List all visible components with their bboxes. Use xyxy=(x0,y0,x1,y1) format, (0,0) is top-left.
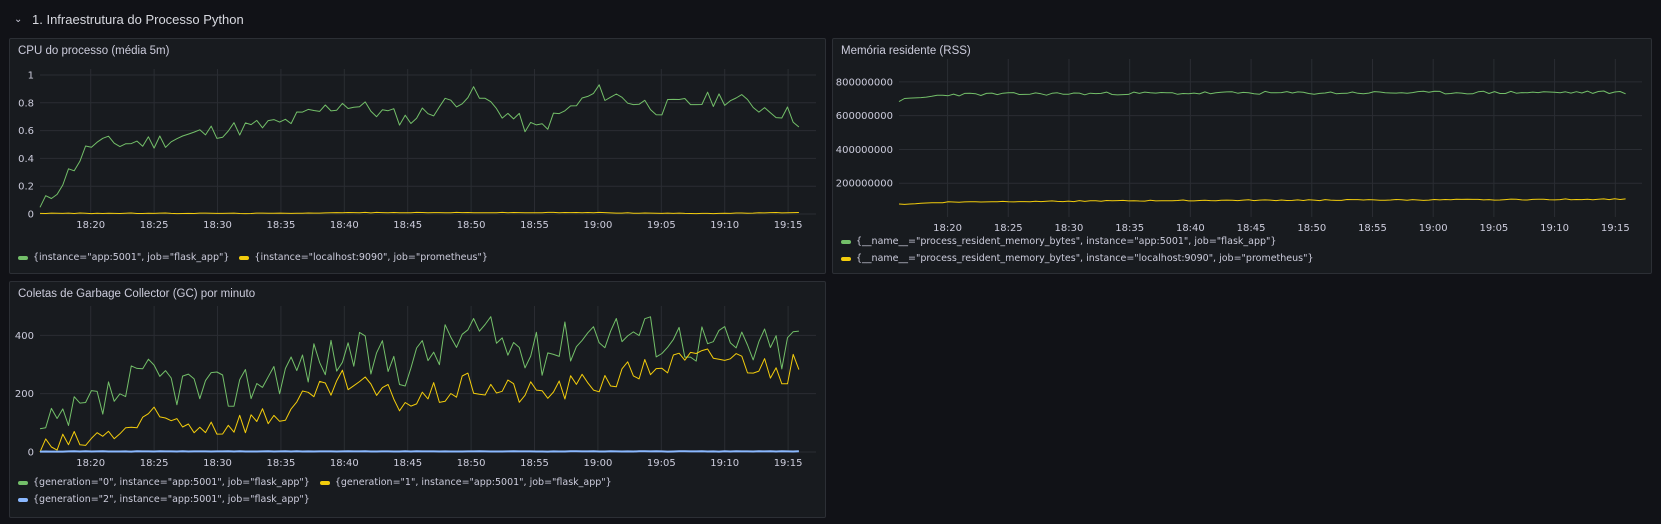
x-tick-label: 18:50 xyxy=(457,220,486,231)
x-tick-label: 18:25 xyxy=(994,223,1023,234)
panel-cpu[interactable]: CPU do processo (média 5m) 0 0.2 0.4 0.6 0.8… xyxy=(9,38,826,274)
x-tick-label: 19:00 xyxy=(583,458,612,469)
legend-item[interactable]: {__name__="process_resident_memory_bytes… xyxy=(841,236,1314,247)
x-tick-label: 18:40 xyxy=(330,458,359,469)
x-tick-label: 18:55 xyxy=(1358,223,1387,234)
y-tick-label: 0.2 xyxy=(18,182,34,193)
legend-item[interactable]: {__name__="process_resident_memory_bytes… xyxy=(841,253,1314,264)
legend: {__name__="process_resident_memory_bytes… xyxy=(841,236,1314,264)
x-tick-label: 18:40 xyxy=(1176,223,1205,234)
x-tick-label: 18:30 xyxy=(203,220,232,231)
legend-label: {__name__="process_resident_memory_bytes… xyxy=(856,253,1314,264)
y-tick-label: 200000000 xyxy=(836,179,893,190)
y-tick-label: 1 xyxy=(28,71,34,82)
y-tick-label: 0 xyxy=(28,448,34,459)
x-tick-label: 18:30 xyxy=(1055,223,1084,234)
x-tick-label: 18:45 xyxy=(1237,223,1266,234)
legend-label: {instance="app:5001", job="flask_app"} xyxy=(33,252,230,263)
legend-item[interactable]: {instance="app:5001", job="flask_app"} xyxy=(18,252,229,263)
row-header[interactable]: ⌄ 1. Infraestrutura do Processo Python xyxy=(14,9,244,29)
x-tick-label: 18:45 xyxy=(393,458,422,469)
cpu-chart[interactable]: 0 0.2 0.4 0.6 0.8 1 18:20 18:25 18:30 18:35 18:40 1… xyxy=(10,39,827,275)
x-tick-label: 18:40 xyxy=(330,220,359,231)
legend-item[interactable]: {instance="localhost:9090", job="prometh… xyxy=(239,252,488,263)
x-tick-label: 18:25 xyxy=(140,220,169,231)
legend-label: {generation="2", instance="app:5001", jo… xyxy=(33,494,310,505)
legend-swatch xyxy=(239,255,250,260)
x-tick-label: 18:35 xyxy=(267,458,296,469)
legend-label: {__name__="process_resident_memory_bytes… xyxy=(856,236,1277,247)
y-tick-label: 400 xyxy=(15,331,34,342)
x-tick-label: 19:15 xyxy=(774,220,803,231)
legend-label: {generation="1", instance="app:5001", jo… xyxy=(334,477,612,488)
legend-swatch xyxy=(18,480,28,485)
x-tick-label: 19:00 xyxy=(1419,223,1448,234)
legend-swatch xyxy=(841,256,851,261)
x-tick-label: 19:00 xyxy=(583,220,612,231)
x-tick-label: 18:25 xyxy=(140,458,169,469)
y-tick-label: 0.6 xyxy=(18,126,34,137)
x-tick-label: 19:15 xyxy=(1601,223,1630,234)
legend-swatch xyxy=(18,497,28,502)
legend-item[interactable]: {generation="2", instance="app:5001", jo… xyxy=(18,494,310,505)
x-tick-label: 18:45 xyxy=(393,220,422,231)
legend-swatch xyxy=(841,239,851,244)
panel-gc[interactable]: Coletas de Garbage Collector (GC) por mi… xyxy=(9,281,826,518)
x-tick-label: 19:10 xyxy=(710,220,739,231)
y-tick-label: 0.8 xyxy=(18,98,34,109)
legend-label: {instance="localhost:9090", job="prometh… xyxy=(254,252,488,263)
legend-swatch xyxy=(319,480,330,485)
row-title: 1. Infraestrutura do Processo Python xyxy=(32,11,244,27)
x-tick-label: 19:15 xyxy=(774,458,803,469)
x-tick-label: 19:05 xyxy=(1479,223,1508,234)
x-tick-label: 18:55 xyxy=(520,220,549,231)
legend-item[interactable]: {generation="1", instance="app:5001", jo… xyxy=(319,477,612,488)
x-tick-label: 18:30 xyxy=(203,458,232,469)
y-tick-label: 0.4 xyxy=(18,154,34,165)
x-tick-label: 18:50 xyxy=(1297,223,1326,234)
x-tick-label: 19:05 xyxy=(647,458,676,469)
x-tick-label: 18:35 xyxy=(267,220,296,231)
panel-memory[interactable]: Memória residente (RSS) 200000000 4000000… xyxy=(832,38,1652,274)
legend-item[interactable]: {generation="0", instance="app:5001", jo… xyxy=(18,477,310,488)
y-tick-label: 800000000 xyxy=(836,77,893,88)
x-tick-label: 18:50 xyxy=(457,458,486,469)
x-tick-label: 18:35 xyxy=(1115,223,1144,234)
x-tick-label: 19:10 xyxy=(710,458,739,469)
x-tick-label: 18:55 xyxy=(520,458,549,469)
y-tick-label: 200 xyxy=(15,389,34,400)
legend: {instance="app:5001", job="flask_app"} {i… xyxy=(18,252,488,263)
legend-swatch xyxy=(18,255,28,260)
chevron-down-icon[interactable]: ⌄ xyxy=(14,14,24,25)
x-tick-label: 19:10 xyxy=(1540,223,1569,234)
x-tick-label: 18:20 xyxy=(76,458,105,469)
y-tick-label: 0 xyxy=(28,210,34,221)
x-tick-label: 18:20 xyxy=(76,220,105,231)
legend-label: {generation="0", instance="app:5001", jo… xyxy=(33,477,310,488)
y-tick-label: 600000000 xyxy=(836,111,893,122)
legend: {generation="0", instance="app:5001", jo… xyxy=(18,477,618,505)
x-tick-label: 18:20 xyxy=(933,223,962,234)
x-tick-label: 19:05 xyxy=(647,220,676,231)
y-tick-label: 400000000 xyxy=(836,145,893,156)
